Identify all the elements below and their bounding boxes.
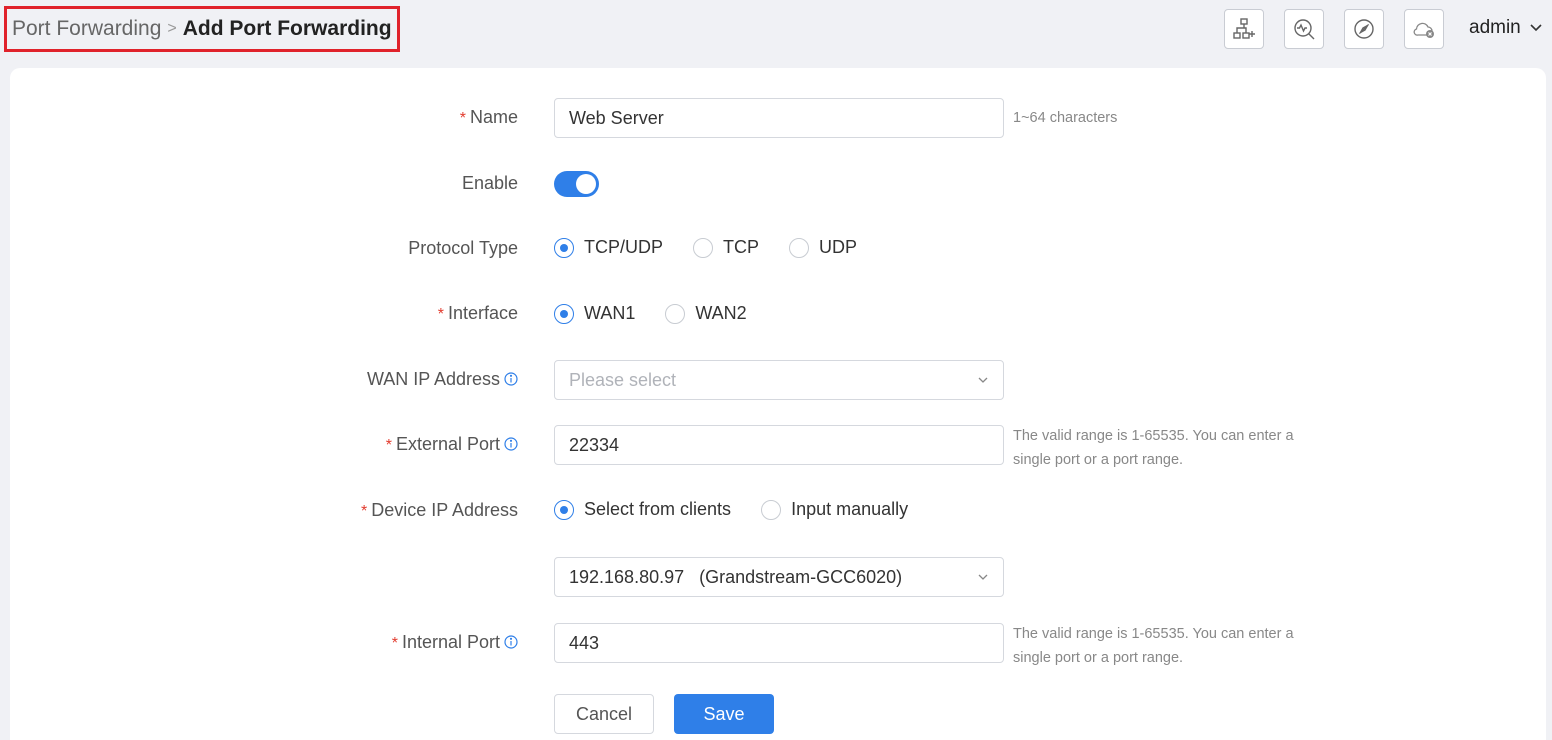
- compass-icon: [1354, 19, 1374, 39]
- info-icon[interactable]: [504, 437, 518, 451]
- external-port-label: * External Port: [118, 434, 518, 455]
- radio-dot: [789, 237, 810, 258]
- name-input[interactable]: Web Server: [554, 98, 1004, 138]
- external-port-value: 22334: [569, 434, 620, 455]
- protocol-radio-udp[interactable]: UDP: [789, 237, 857, 258]
- info-icon[interactable]: [504, 372, 518, 386]
- compass-button[interactable]: [1344, 9, 1384, 49]
- interface-label: * Interface: [437, 303, 518, 323]
- interface-radio-group: WAN1 WAN2: [554, 303, 777, 324]
- chevron-down-icon: [978, 377, 988, 383]
- wan-ip-label: WAN IP Address: [118, 369, 518, 390]
- internal-port-hint: The valid range is 1-65535. You can ente…: [1013, 626, 1294, 666]
- radio-dot: [554, 303, 574, 324]
- internal-port-label: * Internal Port: [118, 632, 518, 653]
- header: Port Forwarding > Add Port Forwarding ad…: [0, 0, 1552, 58]
- internal-port-input[interactable]: 443: [554, 623, 1004, 663]
- device-ip-client-value: 192.168.80.97 (Grandstream-GCC6020): [569, 566, 903, 587]
- interface-radio-wan2[interactable]: WAN2: [665, 303, 747, 324]
- network-add-icon: [1233, 18, 1255, 39]
- network-add-button[interactable]: [1224, 9, 1264, 49]
- toggle-knob: [576, 174, 596, 194]
- external-port-input[interactable]: 22334: [554, 425, 1004, 465]
- user-name: admin: [1469, 17, 1521, 38]
- cloud-status-button[interactable]: [1404, 9, 1444, 49]
- protocol-radio-group: TCP/UDP TCP UDP: [554, 237, 887, 258]
- external-port-hint: The valid range is 1-65535. You can ente…: [1013, 428, 1294, 468]
- radio-dot: [665, 303, 686, 324]
- page-title: Add Port Forwarding: [182, 17, 392, 40]
- device-ip-client-select[interactable]: 192.168.80.97 (Grandstream-GCC6020): [554, 557, 1004, 597]
- diagnose-button[interactable]: [1284, 9, 1324, 49]
- info-icon[interactable]: [504, 635, 518, 649]
- name-value: Web Server: [569, 107, 664, 128]
- chevron-down-icon: [1530, 24, 1542, 32]
- cloud-offline-icon: [1413, 22, 1434, 38]
- breadcrumb-separator: >: [167, 20, 177, 37]
- radio-dot: [693, 237, 714, 258]
- cancel-button[interactable]: Cancel: [554, 694, 654, 734]
- user-menu[interactable]: admin: [1469, 17, 1543, 39]
- chevron-down-icon: [978, 574, 988, 580]
- breadcrumb: Port Forwarding > Add Port Forwarding: [4, 6, 400, 52]
- device-ip-label: * Device IP Address: [361, 500, 518, 520]
- breadcrumb-parent[interactable]: Port Forwarding: [12, 17, 161, 41]
- diagnose-icon: [1294, 19, 1315, 40]
- name-label: * Name: [459, 107, 518, 127]
- enable-label: Enable: [461, 173, 518, 193]
- radio-dot: [554, 237, 574, 258]
- device-ip-radio-group: Select from clients Input manually: [554, 499, 938, 520]
- protocol-label: Protocol Type: [408, 238, 518, 258]
- protocol-radio-tcp[interactable]: TCP: [693, 237, 759, 258]
- internal-port-value: 443: [569, 632, 600, 653]
- name-hint: 1~64 characters: [1013, 110, 1118, 126]
- radio-dot: [554, 499, 574, 520]
- wan-ip-select[interactable]: Please select: [554, 360, 1004, 400]
- protocol-radio-tcp-udp[interactable]: TCP/UDP: [554, 237, 663, 258]
- device-ip-radio-select-clients[interactable]: Select from clients: [554, 499, 731, 520]
- interface-radio-wan1[interactable]: WAN1: [554, 303, 635, 324]
- device-ip-radio-manual[interactable]: Input manually: [761, 499, 908, 520]
- enable-toggle[interactable]: [554, 171, 599, 197]
- wan-ip-placeholder: Please select: [569, 369, 677, 390]
- radio-dot: [761, 499, 782, 520]
- save-button[interactable]: Save: [674, 694, 774, 734]
